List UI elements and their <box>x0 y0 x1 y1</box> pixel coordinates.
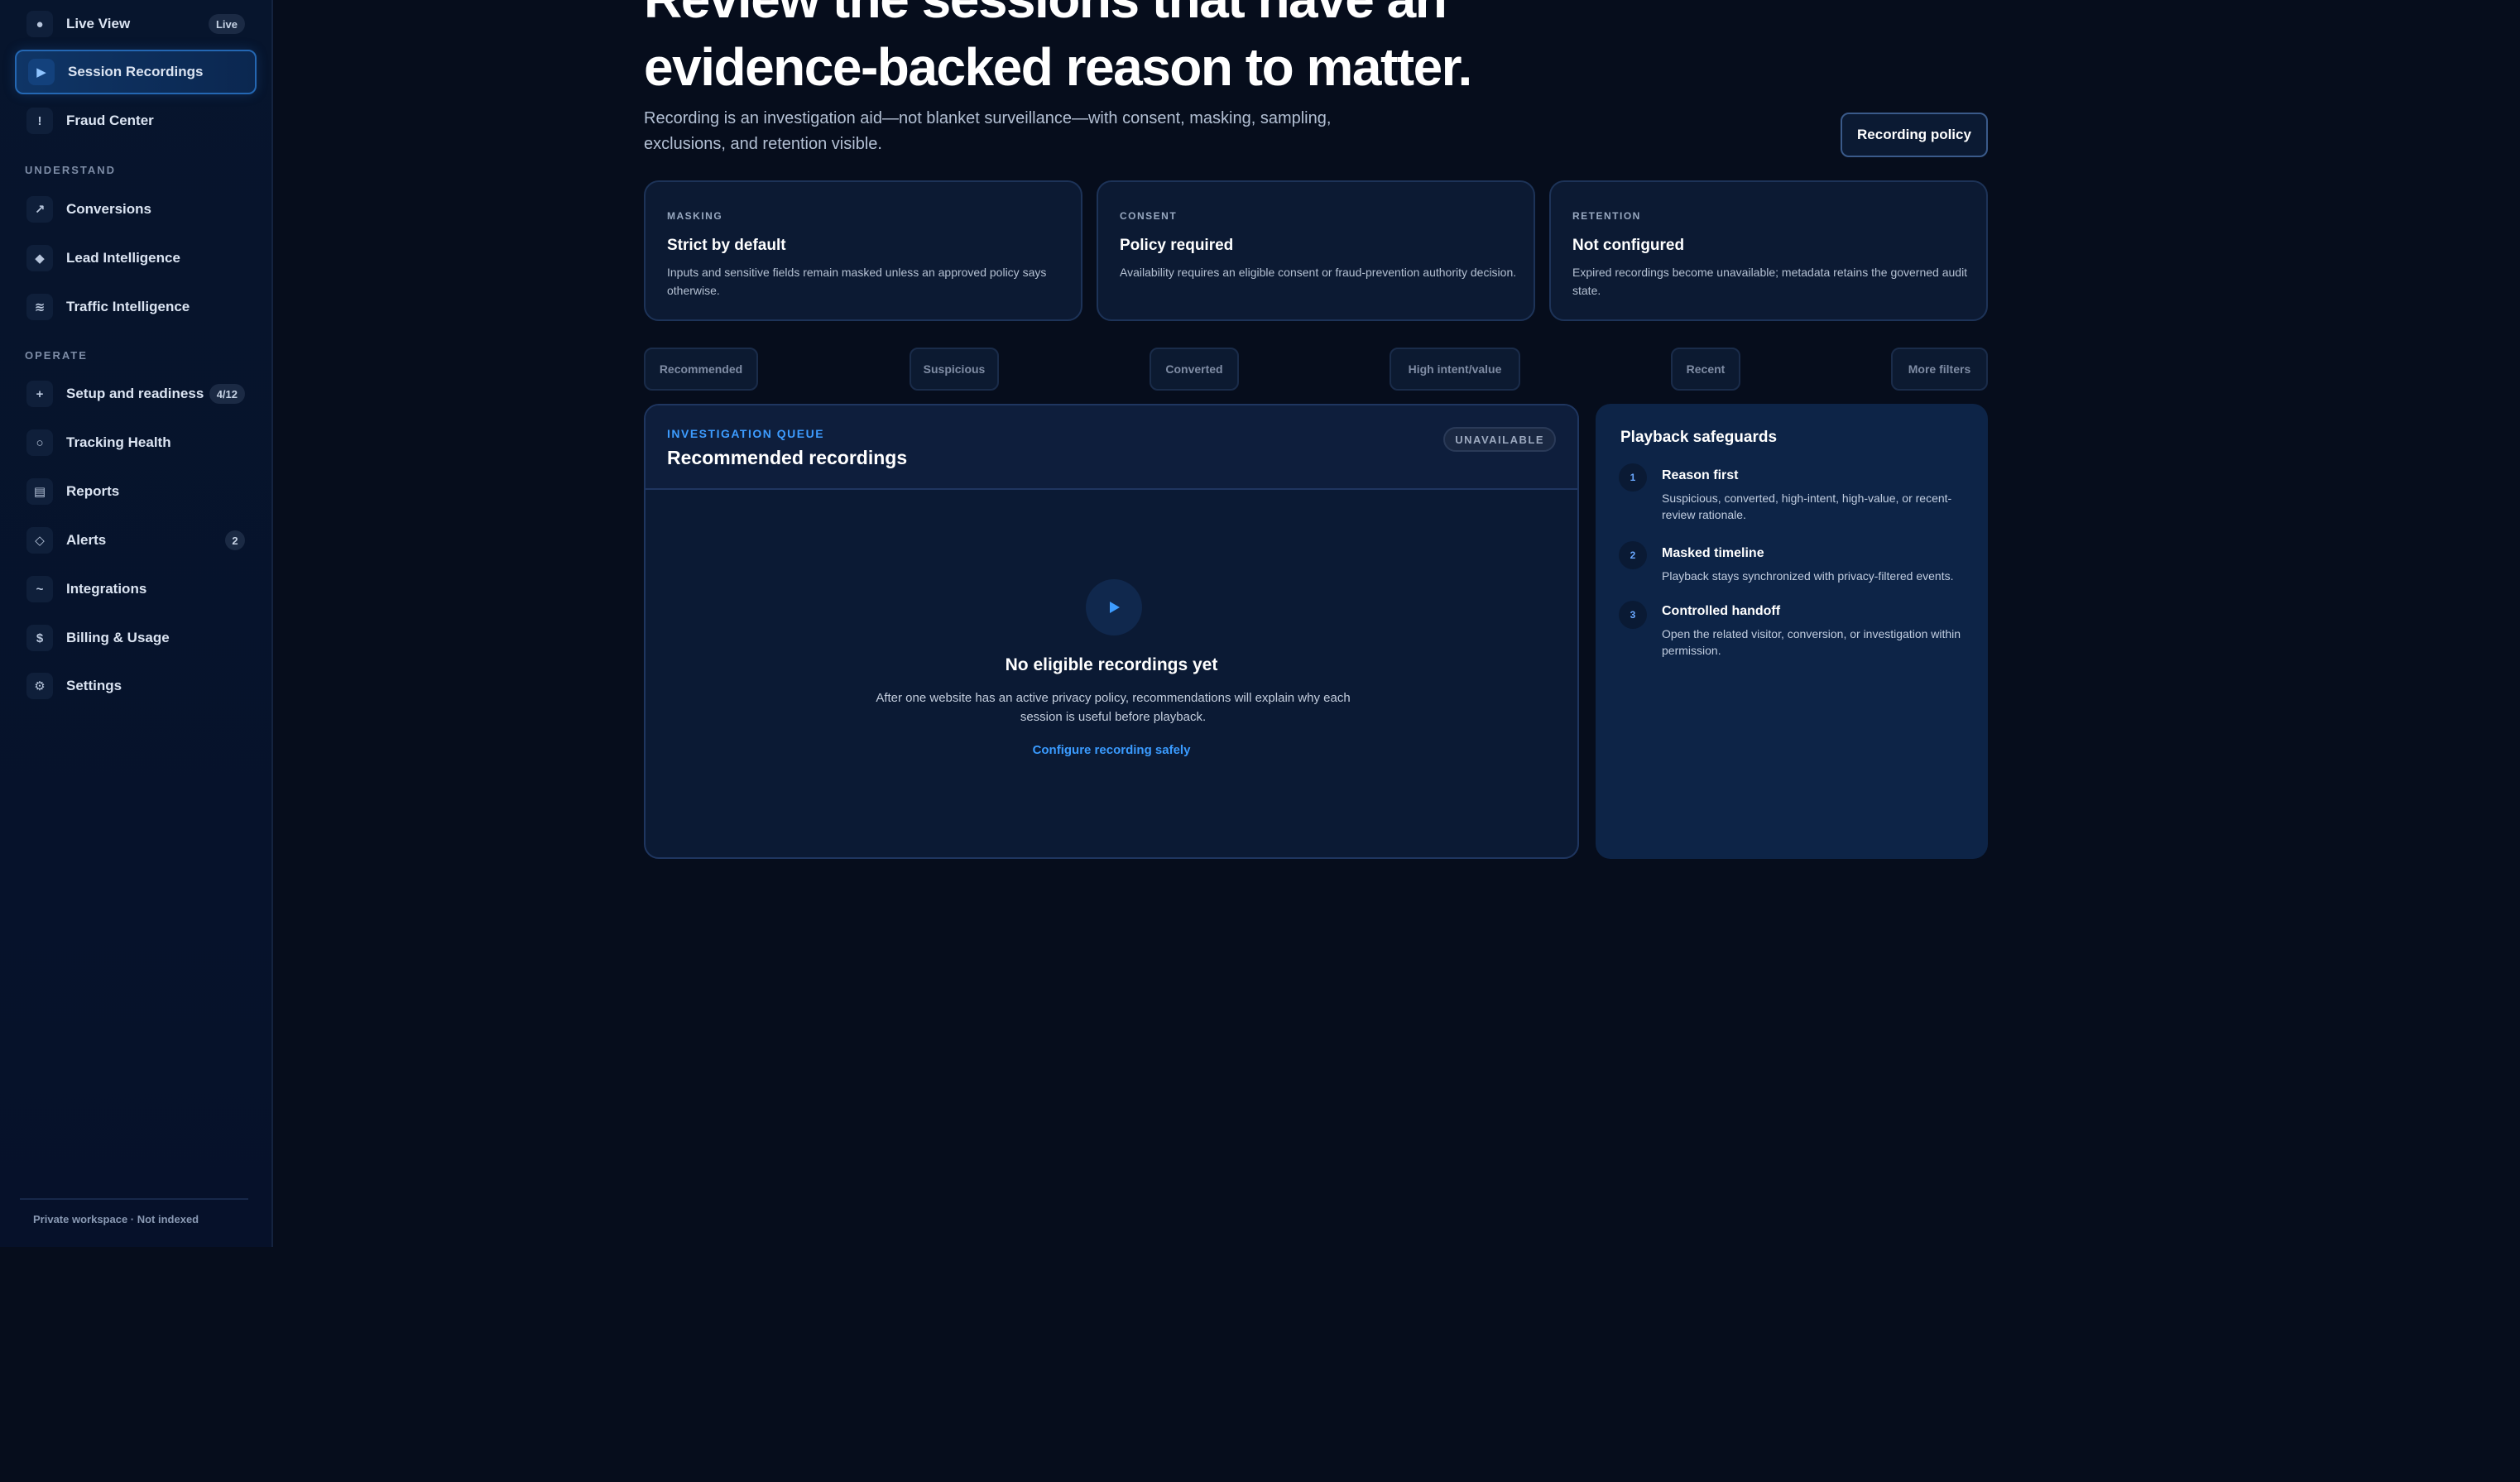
sidebar-item-live-view[interactable]: ● Live View Live <box>15 2 257 46</box>
card-text: Expired recordings become unavailable; m… <box>1572 266 1968 297</box>
sidebar-item-label: Lead Intelligence <box>66 250 180 266</box>
empty-state-title: No eligible recordings yet <box>1005 655 1218 674</box>
trend-arrow-icon: ↗ <box>26 196 53 223</box>
plus-icon: + <box>26 381 53 407</box>
sidebar-item-label: Traffic Intelligence <box>66 299 190 314</box>
sidebar-item-alerts[interactable]: ◇ Alerts 2 <box>15 518 257 563</box>
sidebar-item-label: Conversions <box>66 201 151 217</box>
filter-high-intent-value[interactable]: High intent/value <box>1390 348 1520 391</box>
sidebar-item-label: Integrations <box>66 581 147 597</box>
step-title: Reason first <box>1662 468 1739 482</box>
alert-icon: ! <box>26 108 53 134</box>
configure-recording-link[interactable]: Configure recording safely <box>646 743 1577 757</box>
sidebar: ● Live View Live ▶ Session Recordings ! … <box>0 0 273 1247</box>
sidebar-item-reports[interactable]: ▤ Reports <box>15 469 257 514</box>
diamond-icon: ◆ <box>26 245 53 271</box>
setup-progress-badge: 4/12 <box>209 384 245 404</box>
sidebar-item-billing-usage[interactable]: $ Billing & Usage <box>15 616 257 660</box>
section-label-understand: UNDERSTAND <box>25 164 117 176</box>
diamond-outline-icon: ◇ <box>26 527 53 554</box>
step-number: 3 <box>1619 601 1647 629</box>
link-icon: ~ <box>26 576 53 602</box>
sidebar-item-lead-intelligence[interactable]: ◆ Lead Intelligence <box>15 236 257 281</box>
filter-suspicious[interactable]: Suspicious <box>910 348 999 391</box>
sidebar-item-label: Tracking Health <box>66 434 171 450</box>
consent-card: CONSENT Policy required Availability req… <box>1097 180 1535 321</box>
filter-converted[interactable]: Converted <box>1150 348 1239 391</box>
more-filters-button[interactable]: More filters <box>1891 348 1988 391</box>
sidebar-item-setup-and-readiness[interactable]: + Setup and readiness 4/12 <box>15 372 257 416</box>
queue-title: Recommended recordings <box>667 447 908 468</box>
card-kicker: CONSENT <box>1120 210 1178 222</box>
sidebar-item-label: Billing & Usage <box>66 630 170 645</box>
sidebar-item-label: Fraud Center <box>66 113 154 128</box>
investigation-queue: INVESTIGATION QUEUE Recommended recordin… <box>644 404 1579 859</box>
card-title: Not configured <box>1572 237 1685 254</box>
queue-header: INVESTIGATION QUEUE Recommended recordin… <box>646 405 1577 490</box>
safeguards-title: Playback safeguards <box>1620 429 1778 446</box>
empty-state-text: After one website has an active privacy … <box>876 691 1351 724</box>
page-title: Review the sessions that have an evidenc… <box>644 0 1472 97</box>
card-text: Inputs and sensitive fields remain maske… <box>667 266 1047 297</box>
workspace-footer: Private workspace · Not indexed <box>33 1213 199 1225</box>
circle-icon: ○ <box>26 429 53 456</box>
sidebar-item-label: Reports <box>66 483 120 499</box>
live-badge: Live <box>208 14 245 34</box>
card-kicker: RETENTION <box>1572 210 1641 222</box>
step-number: 1 <box>1619 463 1647 492</box>
section-label-operate: OPERATE <box>25 349 88 362</box>
sidebar-item-session-recordings[interactable]: ▶ Session Recordings <box>15 50 257 94</box>
sidebar-item-label: Live View <box>66 16 131 31</box>
sidebar-item-label: Settings <box>66 678 122 693</box>
recording-policy-button[interactable]: Recording policy <box>1841 113 1988 157</box>
sidebar-item-conversions[interactable]: ↗ Conversions <box>15 187 257 232</box>
sidebar-item-settings[interactable]: ⚙ Settings <box>15 664 257 708</box>
filter-recommended[interactable]: Recommended <box>644 348 758 391</box>
card-kicker: MASKING <box>667 210 723 222</box>
filter-recent[interactable]: Recent <box>1671 348 1740 391</box>
play-icon <box>1086 579 1142 635</box>
step-title: Controlled handoff <box>1662 604 1781 618</box>
sidebar-divider <box>20 1198 248 1200</box>
sidebar-item-fraud-center[interactable]: ! Fraud Center <box>15 98 257 143</box>
alerts-count-badge: 2 <box>225 530 245 550</box>
status-badge: UNAVAILABLE <box>1443 427 1556 452</box>
masking-card: MASKING Strict by default Inputs and sen… <box>644 180 1082 321</box>
step-text: Open the related visitor, conversion, or… <box>1662 627 1961 657</box>
sidebar-item-tracking-health[interactable]: ○ Tracking Health <box>15 420 257 465</box>
step-number: 2 <box>1619 541 1647 569</box>
sidebar-item-traffic-intelligence[interactable]: ≋ Traffic Intelligence <box>15 285 257 329</box>
sidebar-item-integrations[interactable]: ~ Integrations <box>15 567 257 612</box>
card-text: Availability requires an eligible consen… <box>1120 266 1517 279</box>
page-subtitle: Recording is an investigation aid—not bl… <box>644 109 1332 153</box>
card-title: Policy required <box>1120 237 1234 254</box>
dollar-icon: $ <box>26 625 53 651</box>
report-icon: ▤ <box>26 478 53 505</box>
playback-safeguards-panel: Playback safeguards 1 Reason first Suspi… <box>1596 404 1988 859</box>
dot-icon: ● <box>26 11 53 37</box>
card-title: Strict by default <box>667 237 786 254</box>
sidebar-item-label: Alerts <box>66 532 107 548</box>
retention-card: RETENTION Not configured Expired recordi… <box>1549 180 1988 321</box>
queue-kicker: INVESTIGATION QUEUE <box>667 427 825 440</box>
play-icon: ▶ <box>28 59 55 85</box>
waves-icon: ≋ <box>26 294 53 320</box>
sidebar-item-label: Session Recordings <box>68 64 204 79</box>
step-text: Playback stays synchronized with privacy… <box>1662 569 1954 583</box>
gear-icon: ⚙ <box>26 673 53 699</box>
step-title: Masked timeline <box>1662 546 1764 560</box>
sidebar-item-label: Setup and readiness <box>66 386 204 401</box>
step-text: Suspicious, converted, high-intent, high… <box>1662 492 1952 521</box>
